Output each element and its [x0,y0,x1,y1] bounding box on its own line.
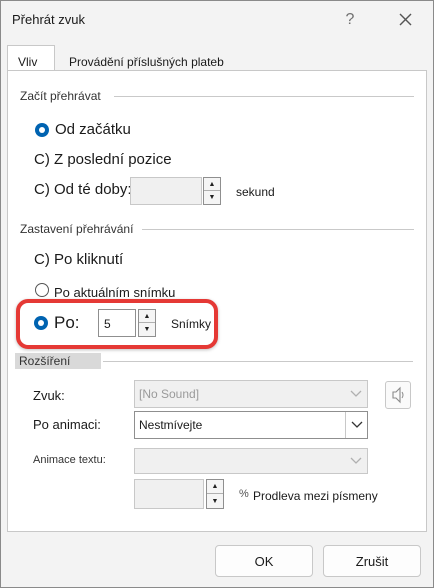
letter-delay-label: Prodleva mezi písmeny [253,489,378,503]
letter-delay-spinner[interactable]: ▲ ▼ [206,479,224,509]
close-icon [399,13,412,26]
letter-delay-input[interactable] [134,479,204,509]
radio-on-click[interactable]: C) Po kliknutí [34,251,123,268]
after-slides-unit: Snímky [171,317,212,331]
spin-up-icon[interactable]: ▲ [204,178,220,191]
radio-after-slides[interactable] [34,316,48,330]
sound-value: [No Sound] [139,387,200,401]
chevron-down-icon [345,381,367,407]
start-section-label: Začít přehrávat [20,89,101,103]
from-beginning-label: Od začátku [55,121,131,138]
sound-select[interactable]: [No Sound] [134,380,368,408]
animate-text-label: Animace textu: [33,454,106,466]
radio-from-beginning[interactable] [35,123,49,137]
sound-label: Zvuk: [33,388,65,403]
spin-down-icon[interactable]: ▼ [207,494,223,508]
after-animation-select[interactable]: Nestmívejte [134,411,368,439]
after-slides-label: Po: [54,313,80,332]
enhancements-section-label: Rozšíření [19,354,71,368]
volume-button[interactable] [385,381,411,409]
start-divider [114,96,414,97]
dialog-title: Přehrát zvuk [12,12,85,27]
title-bar: Přehrát zvuk ? [1,1,433,41]
after-current-slide-label: Po aktuálním snímku [54,285,176,300]
close-button[interactable] [391,7,419,33]
help-button[interactable]: ? [339,9,361,31]
radio-after-current-slide[interactable] [35,283,49,297]
after-slides-spinner[interactable]: ▲ ▼ [138,309,156,337]
enhancements-divider [103,361,413,362]
ok-button[interactable]: OK [215,545,313,577]
spin-down-icon[interactable]: ▼ [139,323,155,336]
cancel-button[interactable]: Zrušit [323,545,421,577]
play-sound-dialog: Přehrát zvuk ? Vliv Provádění příslušnýc… [0,0,434,588]
radio-last-position[interactable]: C) Z poslední pozice [34,151,172,168]
after-animation-label: Po animaci: [33,417,101,432]
chevron-down-icon [345,412,367,438]
stop-divider [142,229,414,230]
spin-up-icon[interactable]: ▲ [207,480,223,494]
radio-from-time[interactable]: C) Od té doby: [34,181,132,198]
letter-delay-percent: % [239,488,249,500]
from-time-input[interactable] [130,177,202,205]
spin-up-icon[interactable]: ▲ [139,310,155,323]
stop-section-label: Zastavení přehrávání [20,222,134,236]
spin-down-icon[interactable]: ▼ [204,191,220,204]
speaker-icon [392,386,404,404]
tab-timing[interactable]: Provádění příslušných plateb [69,55,224,69]
from-time-spinner[interactable]: ▲ ▼ [203,177,221,205]
from-time-unit: sekund [236,185,275,199]
animate-text-select[interactable] [134,448,368,474]
tab-effect[interactable]: Vliv [7,45,55,71]
tab-strip: Vliv Provádění příslušných plateb [1,45,433,71]
after-slides-input[interactable]: 5 [98,309,136,337]
after-slides-value: 5 [104,317,111,331]
enhancements-header-bg: Rozšíření [15,353,101,369]
after-animation-value: Nestmívejte [139,418,203,432]
chevron-down-icon [345,449,367,473]
highlight-callout: Po: 5 ▲ ▼ Snímky [16,299,218,349]
